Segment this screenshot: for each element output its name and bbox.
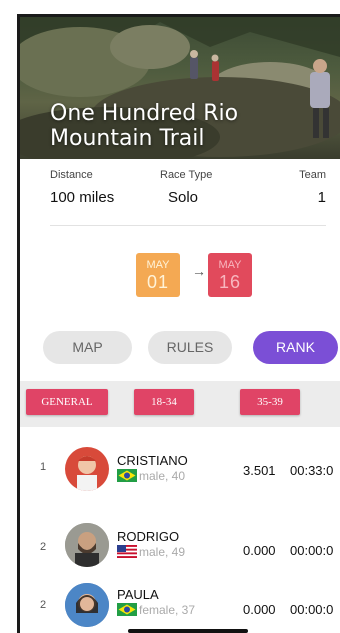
usa-flag-icon: [117, 545, 137, 558]
tab-map[interactable]: MAP: [43, 331, 132, 364]
athlete-time: 00:00:0: [290, 602, 334, 617]
ranking-row[interactable]: 1 CRISTIANO male, 40 3.501 00:33:0: [20, 433, 340, 513]
distance-info: Distance 100 miles: [50, 169, 114, 206]
app-screen: One Hundred Rio Mountain Trail Distance …: [17, 14, 340, 633]
group-18-34-button[interactable]: 18-34: [134, 389, 194, 415]
start-day: 01: [146, 272, 170, 292]
avatar: [65, 523, 109, 567]
athlete-details: male, 49: [117, 545, 185, 559]
end-date-badge: MAY 16: [208, 253, 252, 297]
athlete-score: 0.000: [243, 543, 276, 558]
event-title-line-2: Mountain Trail: [50, 126, 205, 151]
start-month: MAY: [146, 259, 170, 271]
event-hero-image: One Hundred Rio Mountain Trail: [20, 17, 340, 159]
end-month: MAY: [218, 259, 242, 271]
tab-rules[interactable]: RULES: [148, 331, 232, 364]
athlete-gender-age: male, 49: [139, 545, 186, 559]
distance-value: 100 miles: [50, 189, 115, 206]
avatar: [65, 583, 109, 627]
brazil-flag-icon: [117, 603, 137, 616]
athlete-gender-age: female, 37: [139, 603, 196, 617]
race-type-info: Race Type Solo: [160, 169, 212, 206]
team-label: Team: [299, 169, 326, 181]
event-title: One Hundred Rio Mountain Trail: [50, 101, 310, 151]
end-day: 16: [218, 272, 242, 292]
team-info: Team 1: [299, 169, 326, 206]
athlete-score: 3.501: [243, 463, 276, 478]
athlete-gender-age: male, 40: [139, 469, 186, 483]
event-title-line-1: One Hundred Rio: [50, 101, 239, 126]
home-indicator[interactable]: [128, 629, 248, 633]
athlete-time: 00:33:0: [290, 463, 334, 478]
brazil-flag-icon: [117, 469, 137, 482]
tab-rank[interactable]: RANK: [253, 331, 338, 364]
athlete-name: PAULA: [117, 587, 159, 602]
race-type-label: Race Type: [160, 169, 213, 181]
athlete-details: female, 37: [117, 603, 195, 617]
start-date-badge: MAY 01: [136, 253, 180, 297]
arrow-right-icon: →: [192, 263, 206, 279]
rank-position: 1: [40, 461, 47, 473]
athlete-time: 00:00:0: [290, 543, 334, 558]
avatar: [65, 447, 109, 491]
rank-position: 2: [40, 599, 47, 611]
rank-position: 2: [40, 541, 47, 553]
age-group-filter-bar: GENERAL 18-34 35-39: [20, 381, 340, 427]
athlete-name: RODRIGO: [117, 529, 180, 544]
race-type-value: Solo: [168, 189, 199, 206]
group-general-button[interactable]: GENERAL: [26, 389, 108, 415]
group-35-39-button[interactable]: 35-39: [240, 389, 300, 415]
athlete-score: 0.000: [243, 602, 276, 617]
athlete-name: CRISTIANO: [117, 453, 188, 468]
team-value: 1: [317, 189, 326, 206]
ranking-row[interactable]: 2 PAULA female, 37 0.000 00:00:0: [20, 573, 340, 633]
athlete-details: male, 40: [117, 469, 185, 483]
event-info: Distance 100 miles Race Type Solo Team 1: [20, 159, 340, 239]
info-divider: [50, 225, 326, 226]
distance-label: Distance: [50, 169, 93, 181]
